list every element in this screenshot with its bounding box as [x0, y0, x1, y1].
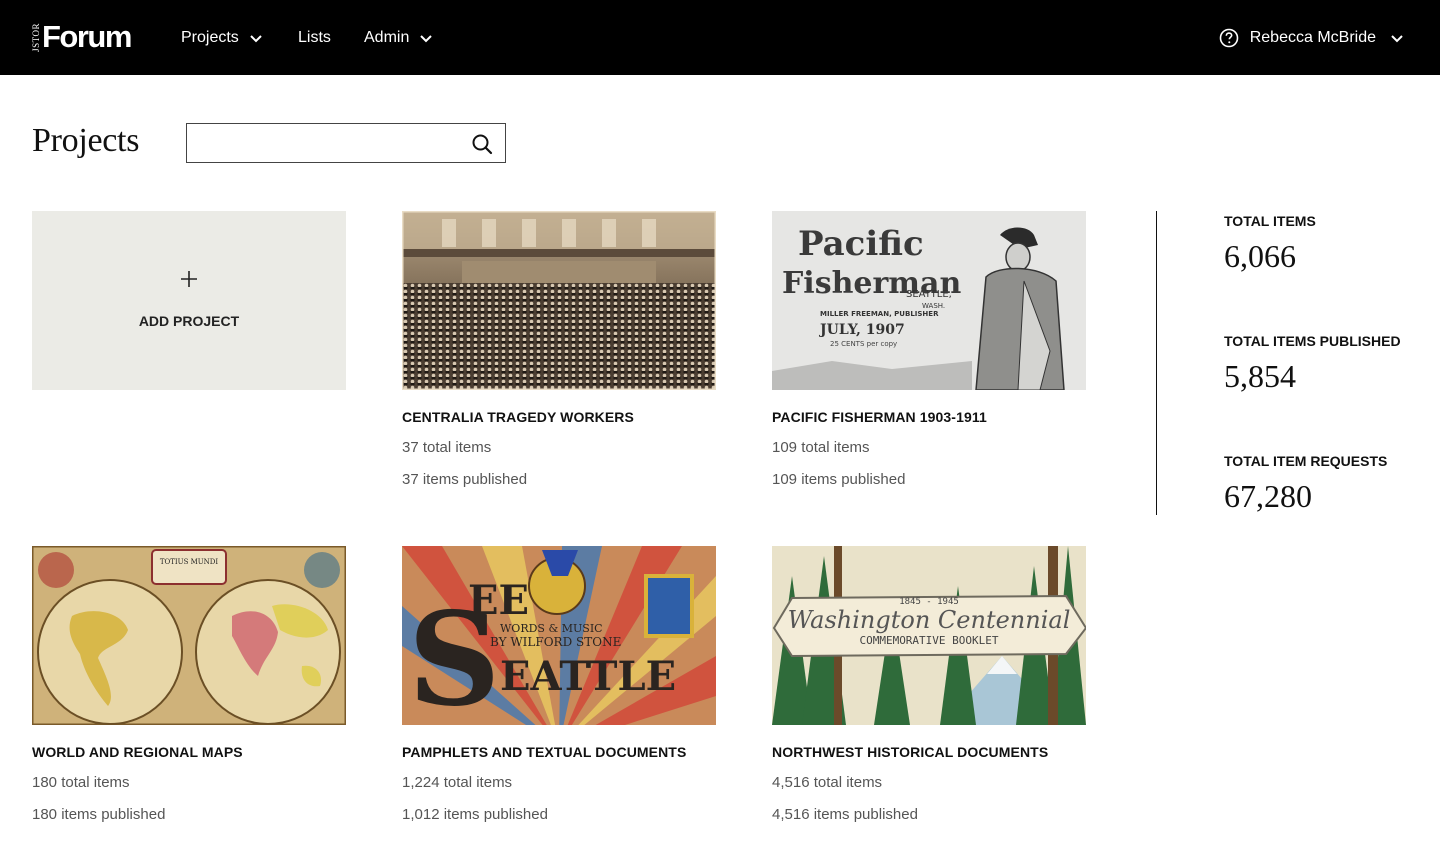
stat-total-items: TOTAL ITEMS 6,066 — [1224, 212, 1316, 274]
project-card[interactable]: 1845 - 1945 Washington Centennial COMMEM… — [772, 546, 1086, 825]
thumb-text-seattle: SEATTLE, — [906, 289, 952, 300]
project-title[interactable]: CENTRALIA TRAGEDY WORKERS — [402, 408, 716, 426]
stat-total-items-published: TOTAL ITEMS PUBLISHED 5,854 — [1224, 332, 1401, 394]
stat-total-item-requests: TOTAL ITEM REQUESTS 67,280 — [1224, 452, 1387, 514]
thumb-text-see: EE — [468, 577, 529, 624]
chevron-down-icon — [250, 35, 262, 43]
project-items-published: 37 items published — [402, 471, 528, 488]
nav-lists-link[interactable]: Lists — [298, 26, 331, 50]
plus-icon — [181, 270, 197, 287]
user-name: Rebecca McBride — [1249, 29, 1376, 46]
project-total-items: 180 total items — [32, 774, 130, 791]
thumb-text-date: JULY, 1907 — [818, 322, 905, 338]
logo-jstor-text: JSTOR — [31, 22, 41, 52]
project-items-published: 109 items published — [772, 471, 906, 488]
nav-lists-label: Lists — [298, 29, 331, 46]
project-card[interactable]: CENTRALIA TRAGEDY WORKERS 37 total items… — [402, 211, 716, 490]
stat-value: 6,066 — [1224, 238, 1296, 274]
nav-projects-menu[interactable]: Projects — [181, 26, 263, 50]
project-items-published: 180 items published — [32, 806, 166, 823]
stat-value: 67,280 — [1224, 478, 1312, 514]
stats-divider — [1156, 211, 1157, 515]
user-menu[interactable]: Rebecca McBride — [1219, 26, 1404, 50]
project-total-items: 4,516 total items — [772, 774, 883, 791]
project-thumbnail[interactable]: 1845 - 1945 Washington Centennial COMMEM… — [772, 546, 1086, 725]
thumb-text-by: BY WILFORD STONE — [490, 635, 621, 649]
project-title[interactable]: PACIFIC FISHERMAN 1903-1911 — [772, 408, 1086, 426]
thumb-text-sub: COMMEMORATIVE BOOKLET — [859, 634, 998, 647]
stat-value: 5,854 — [1224, 358, 1296, 394]
project-items-published: 4,516 items published — [772, 806, 918, 823]
add-project-label: ADD PROJECT — [138, 312, 240, 329]
project-total-items: 1,224 total items — [402, 774, 513, 791]
project-total-items: 109 total items — [772, 439, 870, 456]
page-title: Projects — [32, 122, 140, 159]
nav-projects-label: Projects — [181, 29, 239, 46]
top-nav-bar: JSTOR Forum Projects Lists Admin Rebecca… — [0, 0, 1440, 75]
jstor-forum-logo[interactable]: JSTOR Forum — [31, 19, 132, 54]
search-input[interactable] — [197, 125, 471, 163]
project-title[interactable]: WORLD AND REGIONAL MAPS — [32, 743, 346, 761]
chevron-down-icon — [420, 35, 433, 43]
project-card[interactable]: S EE WORDS & MUSIC BY WILFORD STONE EATT… — [402, 546, 716, 825]
add-project-button[interactable]: ADD PROJECT — [32, 211, 346, 390]
project-items-published: 1,012 items published — [402, 806, 548, 823]
chevron-down-icon — [1391, 35, 1403, 43]
project-title[interactable]: NORTHWEST HISTORICAL DOCUMENTS — [772, 743, 1086, 761]
thumb-text-script: Washington Centennial — [788, 606, 1071, 634]
thumb-text-wash: WASH. — [922, 302, 945, 310]
project-thumbnail[interactable] — [402, 211, 716, 390]
stat-label: TOTAL ITEMS PUBLISHED — [1224, 333, 1401, 349]
project-thumbnail[interactable]: S EE WORDS & MUSIC BY WILFORD STONE EATT… — [402, 546, 716, 725]
thumb-text-pacific: Pacific — [798, 224, 924, 264]
thumb-text-eattle: EATTLE — [500, 653, 676, 700]
project-card[interactable]: TOTIUS MUNDI WORLD AND REGIONAL MAPS 180… — [32, 546, 346, 825]
thumb-text-words: WORDS & MUSIC — [500, 622, 603, 635]
nav-admin-label: Admin — [364, 29, 410, 46]
question-circle-icon[interactable] — [1219, 28, 1239, 48]
search-icon[interactable] — [471, 133, 493, 155]
logo-forum-text: Forum — [42, 19, 132, 54]
thumb-text-price: 25 CENTS per copy — [830, 340, 897, 348]
project-search — [186, 123, 506, 163]
thumb-text-cartouche: TOTIUS MUNDI — [160, 558, 219, 566]
project-title[interactable]: PAMPHLETS AND TEXTUAL DOCUMENTS — [402, 743, 716, 761]
thumb-text-publisher: MILLER FREEMAN, PUBLISHER — [820, 310, 939, 318]
project-thumbnail[interactable]: TOTIUS MUNDI — [32, 546, 346, 725]
project-thumbnail[interactable]: Pacific Fisherman SEATTLE, WASH. MILLER … — [772, 211, 1086, 390]
stat-label: TOTAL ITEMS — [1224, 213, 1316, 229]
project-card[interactable]: Pacific Fisherman SEATTLE, WASH. MILLER … — [772, 211, 1086, 490]
project-total-items: 37 total items — [402, 439, 492, 456]
stat-label: TOTAL ITEM REQUESTS — [1224, 453, 1388, 469]
nav-admin-menu[interactable]: Admin — [364, 26, 433, 50]
